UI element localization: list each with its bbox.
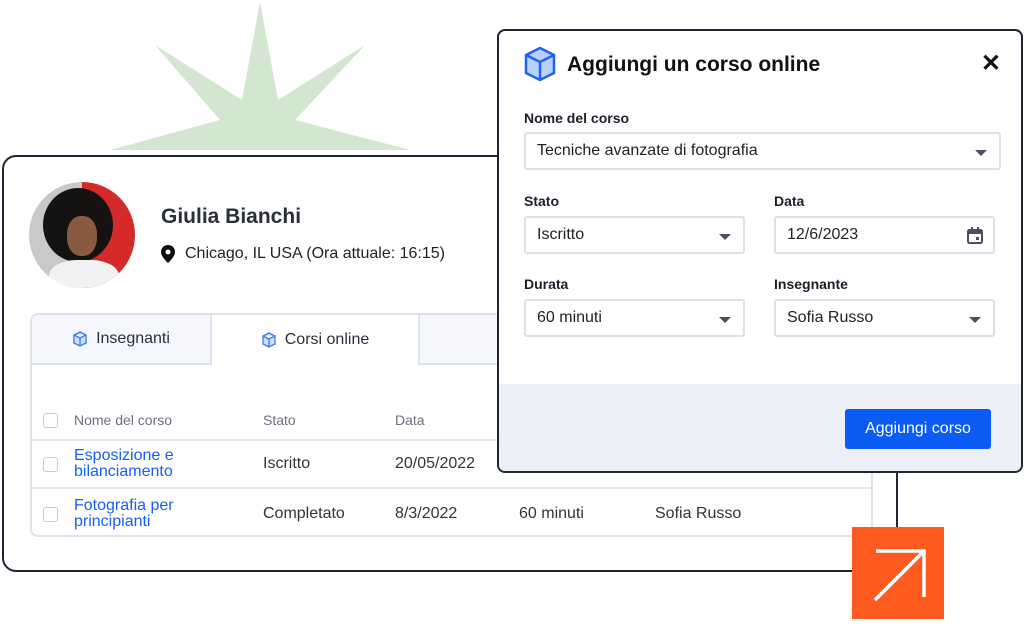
field-label: Stato [524, 193, 559, 209]
avatar [29, 182, 135, 288]
decorative-star [110, 2, 410, 150]
close-icon[interactable]: ✕ [981, 49, 1001, 78]
location-text: Chicago, IL USA (Ora attuale: 16:15) [185, 245, 445, 262]
modal-title: Aggiungi un corso online [567, 53, 821, 76]
tab-label: Corsi online [284, 331, 370, 348]
status-select[interactable]: Iscritto [524, 216, 745, 254]
field-label: Durata [524, 276, 569, 292]
cube-icon [262, 332, 276, 348]
chevron-down-icon [969, 317, 981, 323]
add-course-modal: Aggiungi un corso online ✕ Nome del cors… [497, 29, 1023, 473]
tab-label: Insegnanti [96, 330, 170, 347]
connector-line [896, 473, 898, 529]
course-link[interactable]: Esposizione e bilanciamento [74, 448, 174, 480]
date-input[interactable]: 12/6/2023 [774, 216, 995, 254]
row-checkbox[interactable] [43, 506, 58, 522]
duration-select[interactable]: 60 minuti [524, 299, 745, 337]
profile-location: Chicago, IL USA (Ora attuale: 16:15) [161, 245, 445, 263]
arrow-up-right-icon [852, 527, 944, 619]
cell-data: 20/05/2022 [395, 455, 476, 472]
calendar-icon[interactable] [967, 227, 983, 244]
cube-icon [73, 331, 87, 347]
cell-data: 8/3/2022 [395, 505, 458, 522]
cube-icon [524, 46, 556, 82]
column-header: Nome del corso [74, 412, 173, 428]
cell-stato: Iscritto [263, 455, 311, 472]
column-header: Stato [263, 412, 296, 428]
modal-footer: Aggiungi corso [499, 384, 1021, 471]
cell-durata: 60 minuti [519, 505, 584, 522]
table-row: Fotografia per principianti Completato 8/… [32, 489, 871, 535]
chevron-down-icon [719, 234, 731, 240]
field-label: Nome del corso [524, 110, 630, 126]
course-link[interactable]: Fotografia per principianti [74, 498, 174, 530]
tab-corsi-online[interactable]: Corsi online [212, 315, 420, 365]
row-checkbox[interactable] [43, 456, 58, 472]
teacher-select[interactable]: Sofia Russo [774, 299, 995, 337]
select-all-checkbox[interactable] [43, 412, 58, 428]
cell-insegnante: Sofia Russo [655, 505, 742, 522]
profile-name: Giulia Bianchi [161, 205, 302, 228]
tab-insegnanti[interactable]: Insegnanti [32, 315, 212, 363]
course-name-select[interactable]: Tecniche avanzate di fotografia [524, 132, 1001, 170]
column-header: Data [395, 412, 425, 428]
location-pin-icon [161, 245, 175, 263]
cell-stato: Completato [263, 505, 345, 522]
add-course-button[interactable]: Aggiungi corso [845, 409, 991, 449]
field-label: Insegnante [774, 276, 848, 292]
chevron-down-icon [719, 317, 731, 323]
chevron-down-icon [975, 150, 987, 156]
field-label: Data [774, 193, 805, 209]
